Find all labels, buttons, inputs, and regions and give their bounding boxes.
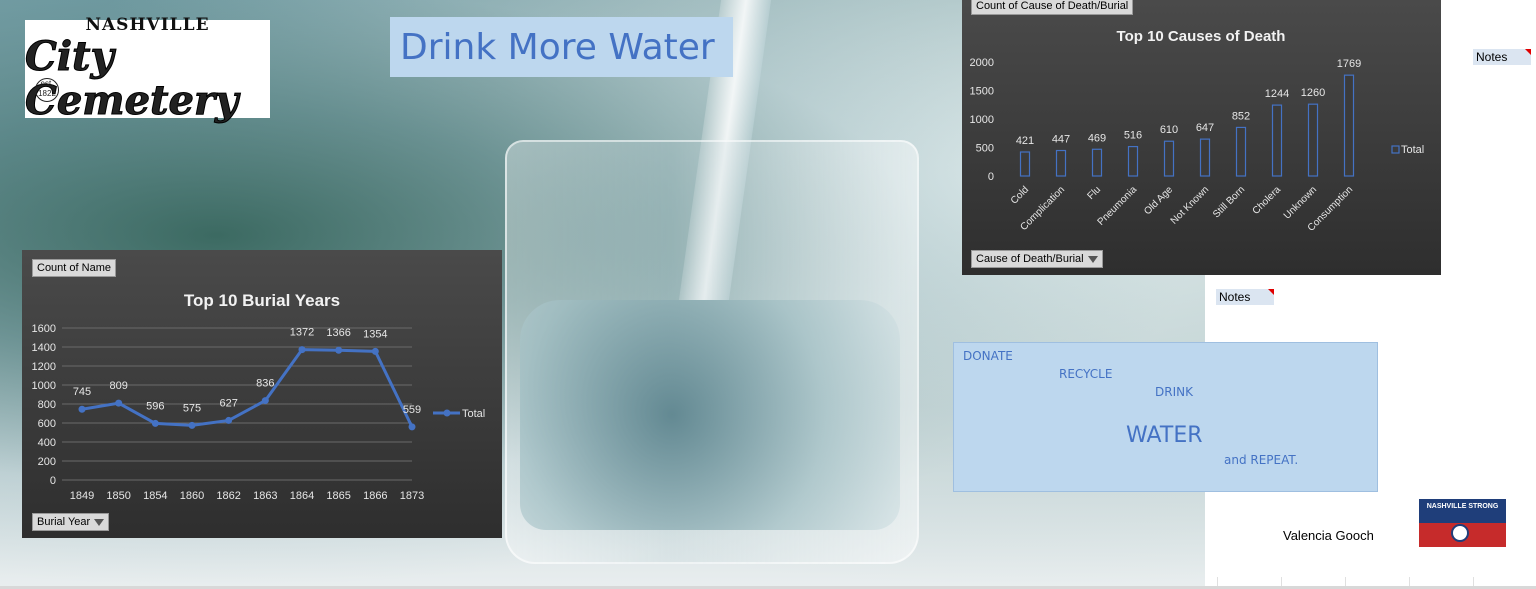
- data-point: [115, 399, 123, 407]
- x-tick-label: 1865: [326, 490, 350, 502]
- water-text: WATER: [1126, 423, 1203, 448]
- x-tick-label: 1862: [216, 490, 240, 502]
- data-point: [298, 346, 306, 354]
- y-tick-label: 800: [38, 399, 56, 411]
- burial-year-filter-label: Burial Year: [37, 516, 91, 528]
- data-label: 809: [109, 380, 127, 392]
- burial-years-line-chart: Top 10 Burial Years 0 200 400 600 800 1000 1200…: [32, 291, 486, 502]
- y-tick-label: 200: [38, 456, 56, 468]
- x-tick-label: Flu: [1086, 184, 1104, 202]
- x-tick-label: Pneumonia: [1096, 184, 1140, 228]
- data-label: 1372: [290, 327, 314, 339]
- data-point: [78, 405, 86, 413]
- bar: [1019, 151, 1031, 177]
- x-tick-label: 1860: [180, 490, 204, 502]
- burial-year-filter-button[interactable]: Burial Year: [32, 513, 110, 531]
- donate-text: DONATE: [963, 349, 1013, 363]
- legend-label-total: Total: [462, 408, 485, 420]
- x-tick-label: 1873: [400, 490, 424, 502]
- data-label: 836: [256, 378, 274, 390]
- cemetery-logo: NASHVILLE City Cemetery est. 1822: [25, 15, 270, 123]
- data-point: [371, 347, 379, 355]
- bar: [1163, 140, 1175, 177]
- x-tick-label: 1864: [290, 490, 314, 502]
- x-tick-label: Old Age: [1142, 184, 1175, 217]
- recycle-text: RECYCLE: [1059, 367, 1113, 381]
- logo-line2: City Cemetery: [25, 33, 239, 124]
- data-label: 1366: [326, 327, 350, 339]
- y-tick-label: 1500: [970, 86, 994, 98]
- data-label: 421: [1016, 135, 1034, 147]
- data-label: 516: [1124, 130, 1142, 142]
- data-point: [225, 416, 233, 424]
- x-tick-label: 1854: [143, 490, 167, 502]
- bar: [1055, 149, 1067, 177]
- burial-years-chart-panel[interactable]: Count of Name Top 10 Burial Years 0 200 400…: [22, 250, 502, 538]
- x-tick-label: 1866: [363, 490, 387, 502]
- data-point: [188, 421, 196, 429]
- x-tick-label: Cold: [1009, 184, 1031, 206]
- y-tick-label: 400: [38, 437, 56, 449]
- legend-marker-total: [443, 409, 451, 417]
- data-label: 575: [183, 402, 201, 414]
- series-line-total: [81, 348, 414, 428]
- data-label: 745: [73, 386, 91, 398]
- title-textbox[interactable]: Drink More Water: [390, 17, 733, 77]
- y-tick-label: 1200: [32, 361, 56, 373]
- y-tick-label: 600: [38, 418, 56, 430]
- data-point: [151, 419, 159, 427]
- sheet-gridlines: [1205, 0, 1536, 589]
- data-point: [408, 423, 416, 431]
- y-tick-label: 1400: [32, 342, 56, 354]
- data-label: 596: [146, 400, 164, 412]
- y-tick-label: 1000: [970, 114, 994, 126]
- data-label: 559: [403, 404, 421, 416]
- x-tick-label: 1849: [70, 490, 94, 502]
- chart-title: Top 10 Burial Years: [184, 291, 340, 310]
- filter-icon: [94, 518, 105, 526]
- logo-est: est. 1822: [35, 78, 59, 102]
- data-label: 1354: [363, 328, 387, 340]
- logo-line1: NASHVILLE: [85, 15, 210, 35]
- y-tick-label: 0: [50, 475, 56, 487]
- data-label: 447: [1052, 134, 1070, 146]
- data-label: 610: [1160, 124, 1178, 136]
- filter-icon: [1087, 255, 1098, 263]
- x-tick-label: 1863: [253, 490, 277, 502]
- y-tick-label: 2000: [970, 57, 994, 69]
- data-point: [335, 346, 343, 354]
- y-tick-label: 500: [976, 143, 994, 155]
- bar: [1091, 148, 1103, 177]
- y-tick-label: 1000: [32, 380, 56, 392]
- x-tick-label: 1850: [106, 490, 130, 502]
- bar: [1127, 145, 1139, 177]
- drink-text: DRINK: [1155, 385, 1193, 399]
- y-tick-label: 1600: [32, 323, 56, 335]
- data-point: [261, 397, 269, 405]
- data-label: 469: [1088, 132, 1106, 144]
- cause-filter-button[interactable]: Cause of Death/Burial: [971, 250, 1103, 268]
- cause-filter-label: Cause of Death/Burial: [976, 253, 1084, 265]
- page-title: Drink More Water: [400, 26, 715, 68]
- water-image: [520, 300, 900, 530]
- data-label: 627: [219, 397, 237, 409]
- y-tick-label: 0: [988, 171, 994, 183]
